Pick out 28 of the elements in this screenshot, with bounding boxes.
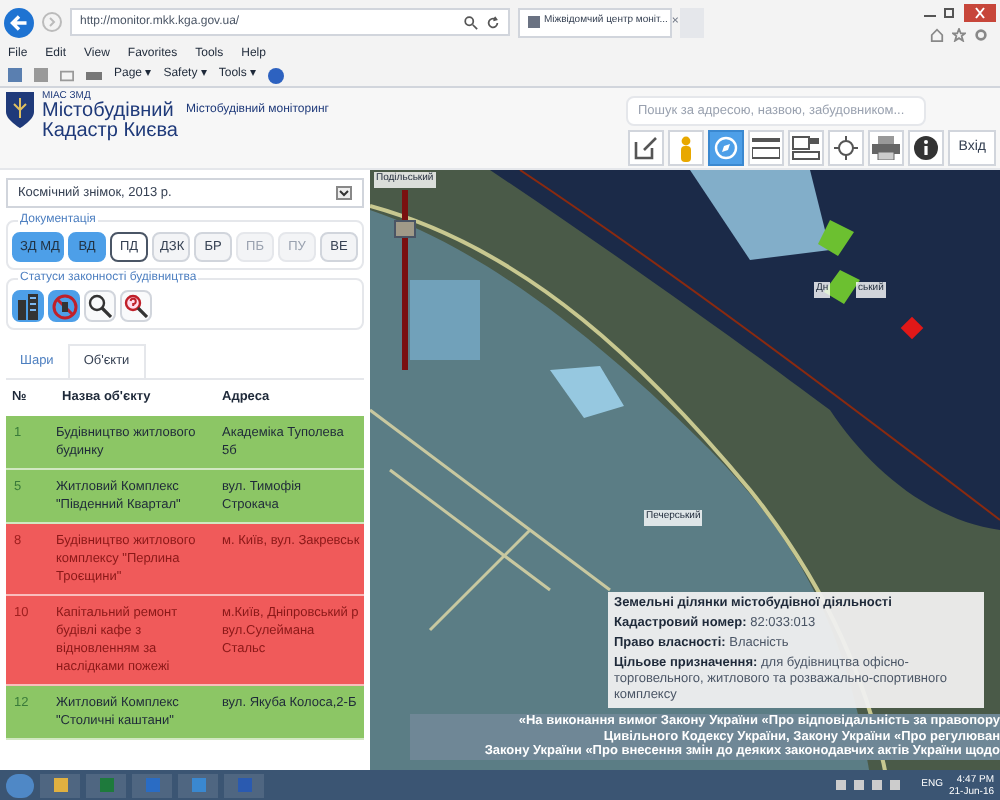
layers-icon — [752, 136, 781, 160]
info-icon — [914, 136, 939, 160]
star-icon[interactable] — [952, 27, 966, 41]
page-favicon — [528, 16, 540, 28]
restore-icon[interactable] — [944, 6, 956, 18]
taskbar-app-icon[interactable] — [178, 773, 218, 797]
refresh-icon[interactable] — [486, 15, 500, 29]
compass-icon — [714, 136, 739, 160]
dropdown-caret-icon — [336, 186, 352, 200]
building-icon — [16, 293, 40, 319]
search-icon — [88, 294, 112, 318]
logo-title: Містобудівний — [42, 102, 176, 122]
logo-title: Кадастр Києва — [42, 122, 178, 142]
edit-icon — [634, 136, 659, 160]
city-shield-logo — [6, 92, 34, 128]
taskbar-app-icon[interactable] — [40, 773, 80, 797]
status-filter-button[interactable] — [48, 290, 80, 322]
start-button[interactable] — [6, 773, 34, 797]
crosshair-icon — [834, 136, 859, 160]
question-search-icon — [124, 294, 148, 318]
back-icon[interactable] — [4, 7, 34, 37]
status-filter-button[interactable] — [12, 290, 44, 322]
zoom-slider-thumb[interactable] — [394, 219, 416, 238]
search-icon[interactable] — [464, 15, 478, 29]
forbidden-icon — [51, 293, 77, 319]
person-icon — [678, 135, 695, 161]
panels-icon — [792, 136, 821, 160]
close-icon[interactable] — [964, 3, 996, 21]
